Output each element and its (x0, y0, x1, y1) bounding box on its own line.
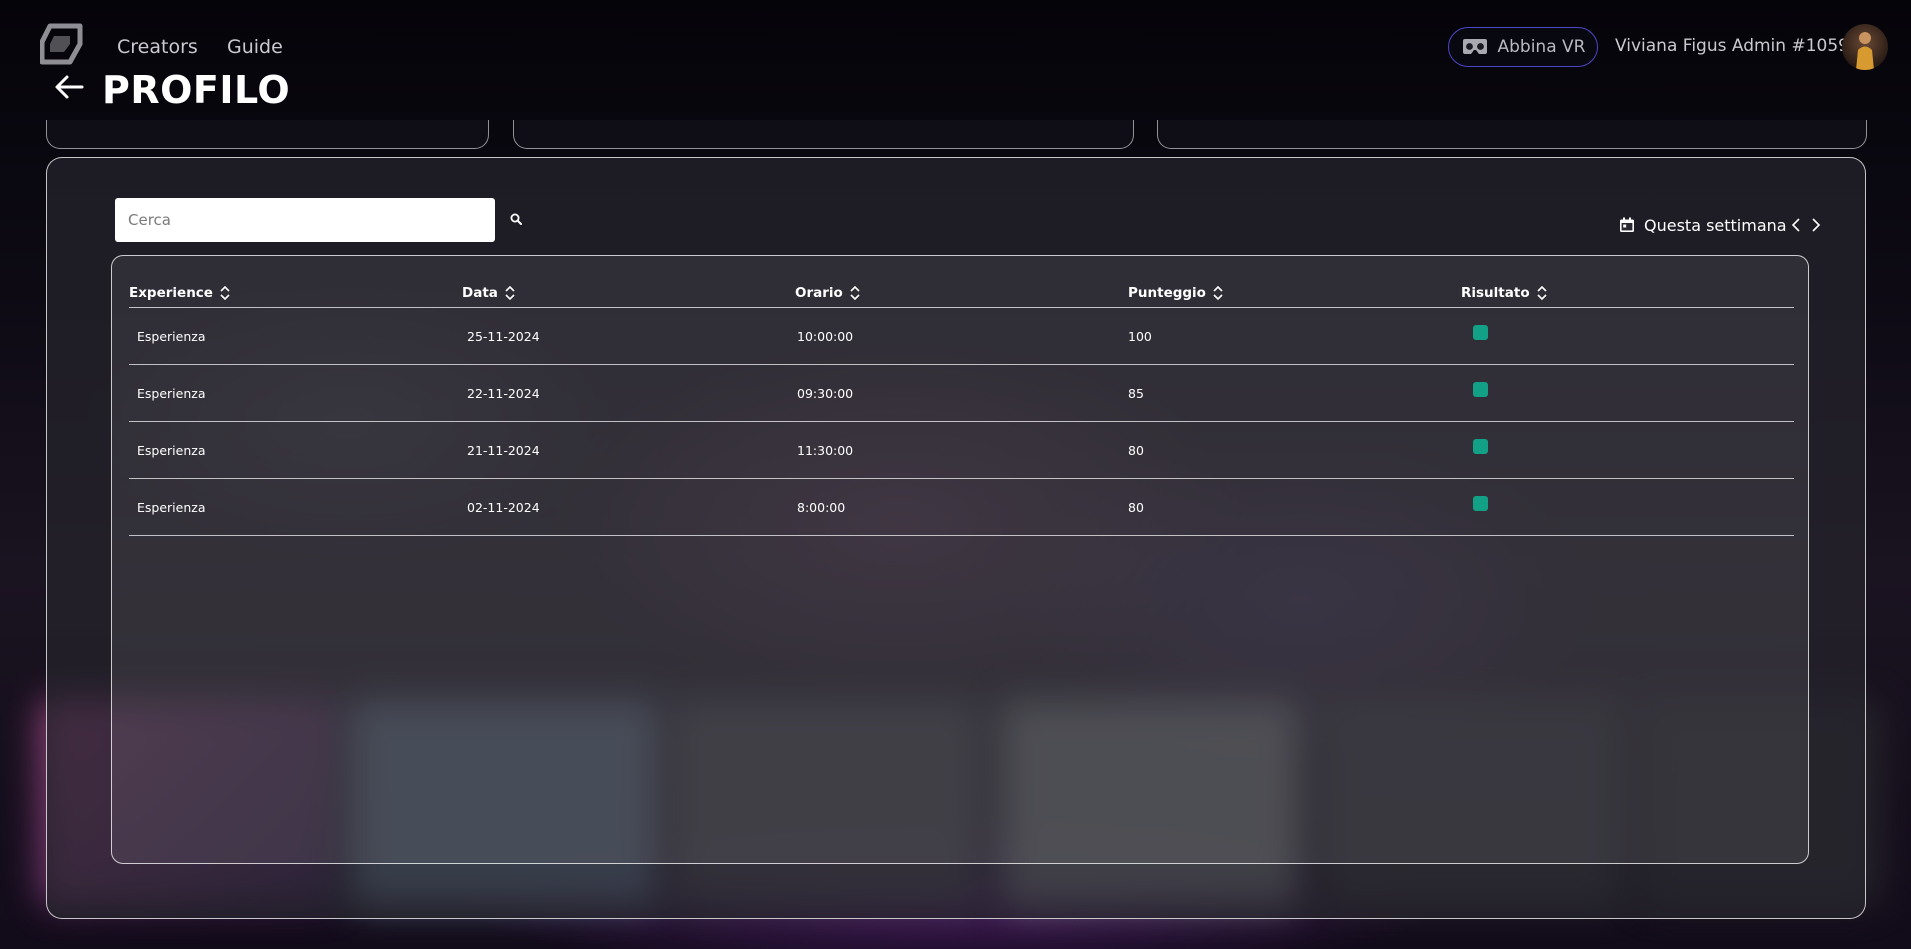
sort-icon[interactable] (849, 284, 861, 302)
top-bar: Creators Guide Abbina VR Viviana Figus A… (0, 0, 1911, 112)
sort-icon[interactable] (504, 284, 516, 302)
pair-vr-button[interactable]: Abbina VR (1448, 27, 1598, 67)
week-filter: Questa settimana (1618, 212, 1823, 238)
cell-score: 80 (1128, 421, 1461, 479)
table-row[interactable]: Esperienza 22-11-2024 09:30:00 85 (129, 364, 1794, 422)
calendar-icon[interactable] (1618, 216, 1636, 234)
checkbox-icon (1473, 439, 1488, 454)
user-name[interactable]: Viviana Figus Admin #1059 (1615, 36, 1849, 56)
nav-link-creators[interactable]: Creators (117, 36, 198, 58)
logo-icon[interactable] (40, 22, 84, 66)
cell-date: 02-11-2024 (462, 478, 795, 536)
search-icon[interactable] (508, 211, 526, 229)
chevron-right-icon[interactable] (1809, 216, 1823, 234)
table-row[interactable]: Esperienza 25-11-2024 10:00:00 100 (129, 307, 1794, 365)
cell-experience: Esperienza (129, 364, 462, 422)
stat-card (46, 120, 489, 149)
checkbox-icon (1473, 325, 1488, 340)
table-header-row: Experience Data Orario Punteggio Risulta… (129, 279, 1794, 308)
cell-time: 8:00:00 (795, 478, 1128, 536)
cell-result (1461, 364, 1794, 422)
column-header-result[interactable]: Risultato (1461, 279, 1794, 308)
results-table-container: Experience Data Orario Punteggio Risulta… (111, 255, 1809, 864)
checkbox-icon (1473, 496, 1488, 511)
cell-time: 11:30:00 (795, 421, 1128, 479)
column-header-experience[interactable]: Experience (129, 279, 462, 308)
cell-experience: Esperienza (129, 421, 462, 479)
sort-icon[interactable] (219, 284, 231, 302)
chevron-left-icon[interactable] (1789, 216, 1803, 234)
table-row[interactable]: Esperienza 02-11-2024 8:00:00 80 (129, 478, 1794, 536)
vr-headset-icon (1462, 39, 1487, 54)
cell-experience: Esperienza (129, 478, 462, 536)
results-table: Experience Data Orario Punteggio Risulta… (129, 279, 1794, 536)
cell-time: 09:30:00 (795, 364, 1128, 422)
column-header-score[interactable]: Punteggio (1128, 279, 1461, 308)
cell-date: 21-11-2024 (462, 421, 795, 479)
nav-link-guide[interactable]: Guide (227, 36, 283, 58)
cell-time: 10:00:00 (795, 307, 1128, 365)
pair-vr-label: Abbina VR (1497, 37, 1586, 57)
avatar[interactable] (1842, 24, 1888, 70)
week-label[interactable]: Questa settimana (1644, 216, 1787, 235)
cell-score: 80 (1128, 478, 1461, 536)
avatar-image (1856, 32, 1874, 70)
table-row[interactable]: Esperienza 21-11-2024 11:30:00 80 (129, 421, 1794, 479)
sort-icon[interactable] (1212, 284, 1224, 302)
column-header-date[interactable]: Data (462, 279, 795, 308)
cell-date: 22-11-2024 (462, 364, 795, 422)
page-title: PROFILO (102, 68, 291, 112)
cell-date: 25-11-2024 (462, 307, 795, 365)
checkbox-icon (1473, 382, 1488, 397)
cell-score: 85 (1128, 364, 1461, 422)
cell-score: 100 (1128, 307, 1461, 365)
sort-icon[interactable] (1536, 284, 1548, 302)
cell-experience: Esperienza (129, 307, 462, 365)
arrow-left-icon[interactable] (52, 72, 86, 102)
stat-card (513, 120, 1134, 149)
search-input[interactable] (115, 198, 495, 242)
cell-result (1461, 478, 1794, 536)
cell-result (1461, 421, 1794, 479)
cell-result (1461, 307, 1794, 365)
stat-card (1157, 120, 1867, 149)
column-header-time[interactable]: Orario (795, 279, 1128, 308)
